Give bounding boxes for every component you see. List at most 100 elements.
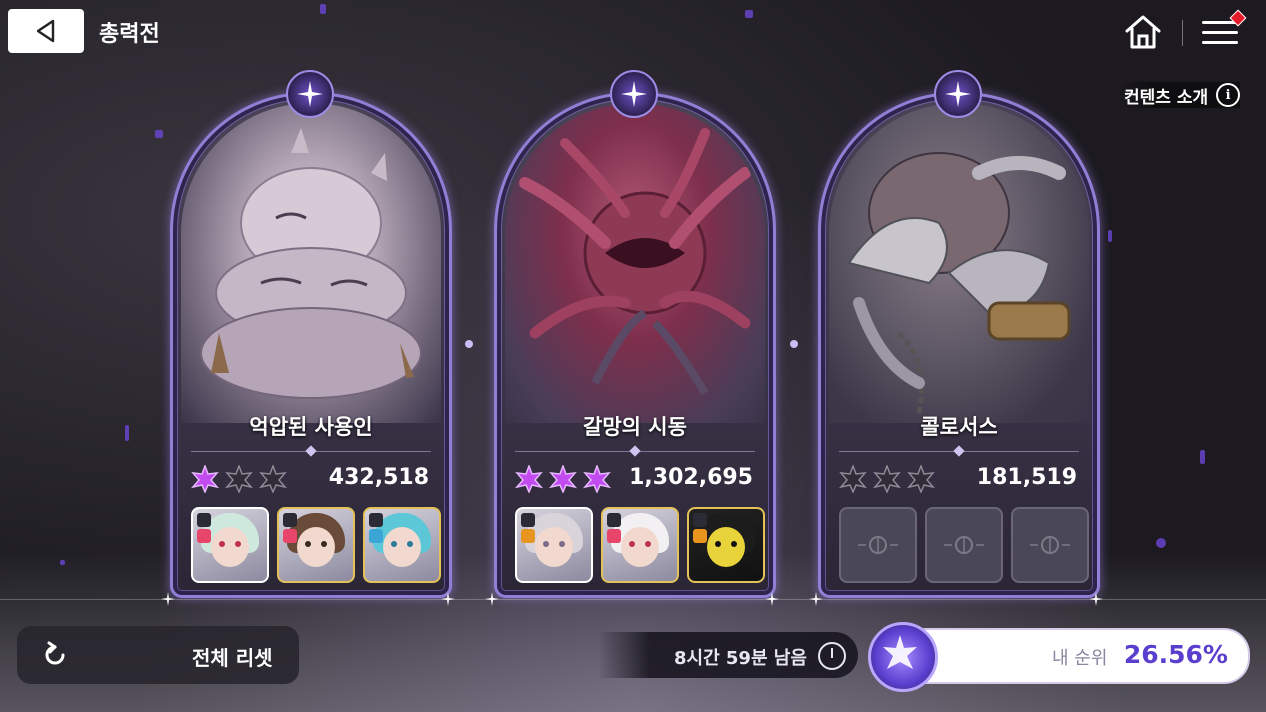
header-divider — [1182, 20, 1183, 46]
fire-element-icon — [283, 529, 297, 543]
class-icon — [369, 513, 383, 527]
star-icon-filled — [191, 465, 219, 493]
star-icon-empty — [259, 465, 287, 493]
back-button[interactable] — [8, 9, 84, 53]
sparkle-icon — [485, 592, 499, 606]
empty-slot-icon — [1030, 536, 1070, 554]
empty-character-slot[interactable] — [1011, 507, 1089, 583]
star-emblem-icon — [883, 635, 917, 669]
particle — [60, 560, 65, 565]
class-icon — [607, 513, 621, 527]
time-remaining-text: 8시간 59분 남음 — [674, 648, 807, 669]
empty-character-slot[interactable] — [925, 507, 1003, 583]
team-slots — [515, 507, 765, 583]
particle — [1108, 230, 1112, 242]
empty-slot-icon — [858, 536, 898, 554]
balance-element-icon — [369, 529, 383, 543]
character-face — [383, 527, 421, 567]
sparkle-icon — [809, 592, 823, 606]
reset-all-button[interactable]: 전체 리셋 — [17, 626, 299, 684]
character-eye — [219, 541, 225, 547]
character-eye — [629, 541, 635, 547]
sparkle-icon — [621, 81, 647, 107]
star-icon-filled — [549, 465, 577, 493]
star-icon-empty — [225, 465, 253, 493]
sparkle-icon — [161, 592, 175, 606]
boss-art — [829, 103, 1089, 423]
sparkle-icon — [441, 592, 455, 606]
card-star-emblem — [286, 70, 334, 118]
team-slots — [191, 507, 441, 583]
particle — [1200, 450, 1205, 464]
character-slot[interactable] — [601, 507, 679, 583]
boss-card-3[interactable]: 콜로서스 181,519 — [818, 70, 1100, 598]
empty-slot-icon — [944, 536, 984, 554]
boss-card-frame: 억압된 사용인 432,518 — [170, 92, 452, 598]
boss-card-2[interactable]: 갈망의 시동 1,302,695 — [494, 70, 776, 598]
boss-art — [181, 103, 441, 423]
floor-line — [0, 599, 1266, 600]
boss-name: 억압된 사용인 — [249, 415, 373, 439]
character-eye — [305, 541, 311, 547]
star-icon-empty — [873, 465, 901, 493]
star-icon-empty — [907, 465, 935, 493]
divider-ornament — [953, 445, 965, 457]
rank-emblem-icon — [868, 622, 938, 692]
sparkle-icon — [1089, 592, 1103, 606]
home-button[interactable] — [1122, 12, 1164, 52]
boss-card-frame: 갈망의 시동 1,302,695 — [494, 92, 776, 598]
divider-ornament — [305, 445, 317, 457]
content-intro-button[interactable]: 컨텐츠 소개 i — [1118, 82, 1241, 108]
back-arrow-icon — [36, 19, 55, 43]
particle — [1156, 538, 1166, 548]
character-face — [297, 527, 335, 567]
star-rating — [515, 465, 611, 493]
boss-name: 갈망의 시동 — [583, 415, 687, 439]
clock-icon — [818, 642, 846, 670]
particle — [155, 130, 163, 138]
sparkle-icon — [945, 81, 971, 107]
character-slot[interactable] — [515, 507, 593, 583]
character-eye — [407, 541, 413, 547]
class-icon — [197, 513, 211, 527]
fire-element-icon — [607, 529, 621, 543]
character-eye — [731, 541, 737, 547]
character-eye — [645, 541, 651, 547]
divider-ornament — [629, 445, 641, 457]
star-icon-filled — [583, 465, 611, 493]
boss-card-frame: 콜로서스 181,519 — [818, 92, 1100, 598]
star-rating — [191, 465, 287, 493]
class-icon — [521, 513, 535, 527]
sparkle-icon — [765, 592, 779, 606]
team-slots — [839, 507, 1089, 583]
my-rank-label: 내 순위 — [1052, 648, 1108, 669]
character-slot[interactable] — [191, 507, 269, 583]
order-element-icon — [521, 529, 535, 543]
boss-creature-image — [847, 152, 1071, 414]
menu-icon-bar — [1202, 31, 1238, 34]
empty-character-slot[interactable] — [839, 507, 917, 583]
boss-score: 181,519 — [976, 465, 1077, 490]
star-icon-empty — [839, 465, 867, 493]
page-title: 총력전 — [99, 22, 160, 47]
character-face — [535, 527, 573, 567]
particle — [125, 425, 129, 441]
my-rank-panel[interactable]: 내 순위 26.56% — [900, 628, 1250, 684]
character-eye — [559, 541, 565, 547]
character-slot[interactable] — [363, 507, 441, 583]
connector-dot — [790, 340, 798, 348]
character-slot[interactable] — [687, 507, 765, 583]
character-eye — [235, 541, 241, 547]
info-icon: i — [1216, 83, 1241, 107]
character-eye — [321, 541, 327, 547]
star-icon-filled — [515, 465, 543, 493]
character-slot[interactable] — [277, 507, 355, 583]
class-icon — [283, 513, 297, 527]
boss-creature-image — [519, 128, 751, 396]
order-element-icon — [693, 529, 707, 543]
content-intro-label: 컨텐츠 소개 — [1124, 87, 1209, 108]
boss-name: 콜로서스 — [920, 415, 998, 439]
particle — [320, 4, 326, 14]
boss-card-1[interactable]: 억압된 사용인 432,518 — [170, 70, 452, 598]
character-eye — [391, 541, 397, 547]
